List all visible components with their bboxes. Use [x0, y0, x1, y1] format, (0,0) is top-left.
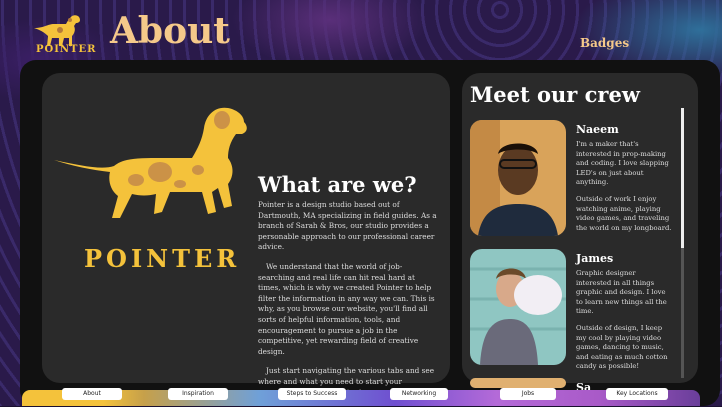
tab-networking[interactable]: Networking — [390, 388, 448, 400]
portrait-naeem — [470, 120, 566, 236]
member-name: Naeem — [576, 123, 619, 136]
about-paragraph: We understand that the world of job-sear… — [258, 261, 435, 356]
tab-bar — [22, 390, 700, 406]
badges-link[interactable]: Badges — [580, 36, 629, 50]
portrait-james — [470, 249, 566, 365]
pointer-wordmark: POINTER — [84, 244, 241, 273]
about-heading: What are we? — [258, 172, 417, 197]
member-photo-james — [470, 249, 566, 365]
crew-scrollbar-thumb[interactable] — [681, 108, 684, 248]
tab-about[interactable]: About — [62, 388, 122, 400]
about-paragraph: Pointer is a design studio based out of … — [258, 200, 437, 252]
member-photo-naeem — [470, 120, 566, 236]
about-body: Pointer is a design studio based out of … — [258, 200, 438, 407]
member-photo-partial — [470, 378, 566, 388]
page-title: About — [110, 10, 230, 52]
member-bio-paragraph: Graphic designer interested in all thing… — [576, 269, 667, 316]
tab-jobs[interactable]: Jobs — [500, 388, 556, 400]
crew-heading: Meet our crew — [470, 82, 640, 107]
tab-inspiration[interactable]: Inspiration — [168, 388, 228, 400]
tab-steps-to-success[interactable]: Steps to Success — [278, 388, 346, 400]
member-bio-paragraph: I'm a maker that's interested in prop-ma… — [576, 140, 669, 187]
member-bio-paragraph: Outside of design, I keep my cool by pla… — [576, 323, 668, 371]
member-name: James — [576, 252, 614, 265]
tab-key-locations[interactable]: Key Locations — [606, 388, 668, 400]
pointer-dog-illustration — [54, 107, 247, 218]
member-bio: I'm a maker that's interested in prop-ma… — [576, 140, 672, 240]
member-bio: Graphic designer interested in all thing… — [576, 269, 672, 379]
member-bio-paragraph: Outside of work I enjoy watching anime, … — [576, 194, 672, 232]
logo-wordmark: POINTER — [36, 44, 97, 55]
